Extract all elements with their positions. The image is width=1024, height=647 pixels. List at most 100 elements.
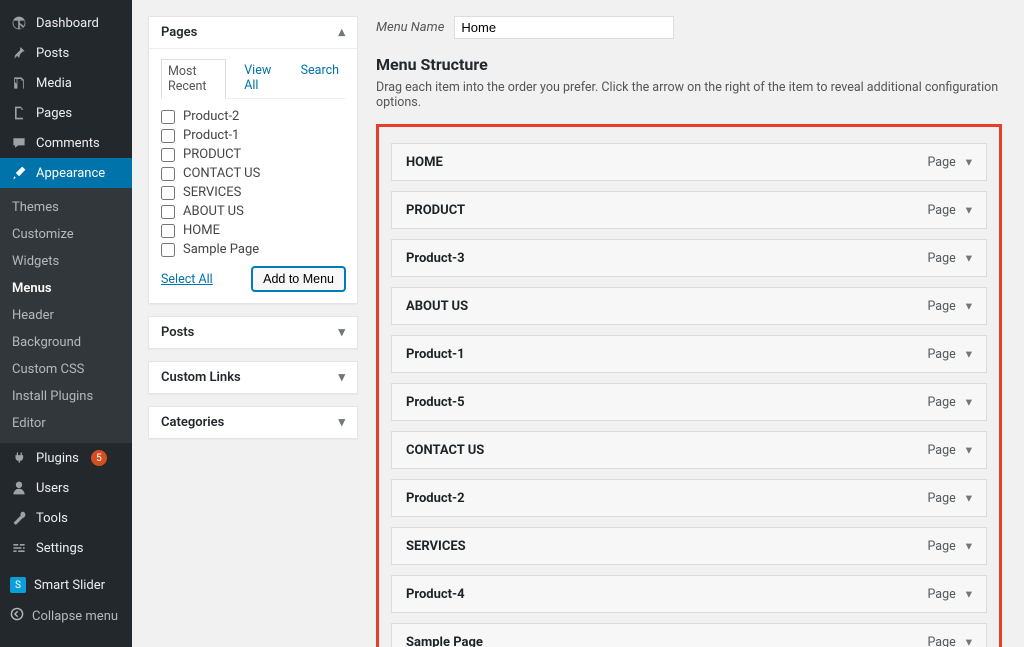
menu-item[interactable]: Product-2Page▾ (391, 479, 987, 517)
page-checklist-row[interactable]: Sample Page (161, 240, 345, 259)
add-to-menu-button[interactable]: Add to Menu (252, 267, 345, 291)
menu-item-meta: Page▾ (927, 586, 972, 602)
page-checklist-row[interactable]: Product-1 (161, 126, 345, 145)
admin-sidebar: Dashboard Posts Media Pages Comments App… (0, 0, 132, 647)
submenu-item-customcss[interactable]: Custom CSS (0, 356, 132, 383)
menu-item-expand-icon[interactable]: ▾ (966, 442, 972, 458)
submenu-item-menus[interactable]: Menus (0, 275, 132, 302)
page-checklist-label: CONTACT US (183, 166, 260, 181)
sidebar-item-comments[interactable]: Comments (0, 128, 132, 158)
menu-item[interactable]: Product-5Page▾ (391, 383, 987, 421)
menu-item-expand-icon[interactable]: ▾ (966, 202, 972, 218)
menu-item-expand-icon[interactable]: ▾ (966, 250, 972, 266)
menu-item-label: Product-2 (406, 491, 465, 506)
page-checklist-label: ABOUT US (183, 204, 244, 219)
metabox-categories-toggle[interactable]: Categories ▾ (149, 407, 357, 438)
menu-item[interactable]: SERVICES Page ▾ (391, 527, 987, 565)
page-checklist-row[interactable]: HOME (161, 221, 345, 240)
tab-most-recent[interactable]: Most Recent (161, 59, 226, 99)
page-checkbox[interactable] (161, 129, 175, 143)
pin-icon (10, 44, 28, 62)
menu-item[interactable]: ABOUT USPage▾ (391, 287, 987, 325)
menu-structure-help: Drag each item into the order you prefer… (376, 80, 1002, 110)
plugins-update-badge: 5 (91, 450, 107, 466)
select-all-link[interactable]: Select All (161, 272, 213, 287)
menu-item-expand-icon[interactable]: ▾ (966, 346, 972, 362)
menu-item[interactable]: HOMEPage▾ (391, 143, 987, 181)
page-checkbox[interactable] (161, 167, 175, 181)
user-icon (10, 479, 28, 497)
submenu-item-header[interactable]: Header (0, 302, 132, 329)
menu-item-expand-icon[interactable]: ▾ (966, 634, 972, 647)
pages-checklist[interactable]: Product-2 Product-1 PRODUCT CONTACT US SERVI… (161, 107, 345, 259)
sidebar-item-users[interactable]: Users (0, 473, 132, 503)
metabox-pages-toggle[interactable]: Pages ▴ (149, 17, 357, 48)
sidebar-item-smartslider[interactable]: S Smart Slider (0, 571, 132, 599)
menu-item-type: Page (927, 203, 955, 218)
metabox-custom-links-toggle[interactable]: Custom Links ▾ (149, 362, 357, 393)
menu-item-type: Page (927, 539, 955, 554)
menu-item-expand-icon[interactable]: ▾ (966, 538, 972, 554)
sidebar-item-pages[interactable]: Pages (0, 98, 132, 128)
sidebar-label: Smart Slider (34, 578, 105, 593)
page-checklist-row[interactable]: Product-2 (161, 107, 345, 126)
page-checkbox[interactable] (161, 186, 175, 200)
sidebar-item-plugins[interactable]: Plugins 5 (0, 443, 132, 473)
tab-search[interactable]: Search (295, 59, 345, 98)
submenu-item-installplugins[interactable]: Install Plugins (0, 383, 132, 410)
page-checkbox[interactable] (161, 148, 175, 162)
page-checklist-row[interactable]: SERVICES (161, 183, 345, 202)
sidebar-label: Comments (36, 136, 100, 151)
sidebar-item-tools[interactable]: Tools (0, 503, 132, 533)
submenu-item-background[interactable]: Background (0, 329, 132, 356)
sidebar-item-dashboard[interactable]: Dashboard (0, 8, 132, 38)
menu-item-meta: Page▾ (927, 394, 972, 410)
submenu-item-customize[interactable]: Customize (0, 221, 132, 248)
menu-item[interactable]: PRODUCT Page ▾ (391, 191, 987, 229)
media-icon (10, 74, 28, 92)
menu-item[interactable]: Product-1Page▾ (391, 335, 987, 373)
menu-name-label: Menu Name (376, 20, 444, 35)
page-checkbox[interactable] (161, 205, 175, 219)
metabox-title: Pages (161, 25, 197, 40)
chevron-up-icon: ▴ (338, 25, 345, 40)
page-checklist-row[interactable]: ABOUT US (161, 202, 345, 221)
sidebar-item-posts[interactable]: Posts (0, 38, 132, 68)
menu-item-expand-icon[interactable]: ▾ (966, 490, 972, 506)
collapse-menu-button[interactable]: Collapse menu (0, 599, 132, 633)
sidebar-item-settings[interactable]: Settings (0, 533, 132, 563)
menu-item-expand-icon[interactable]: ▾ (966, 298, 972, 314)
submenu-item-widgets[interactable]: Widgets (0, 248, 132, 275)
comment-icon (10, 134, 28, 152)
menu-item-type: Page (927, 347, 955, 362)
menu-item-meta: Page▾ (927, 154, 972, 170)
menu-item-label: SERVICES (406, 539, 466, 554)
menu-name-input[interactable] (454, 16, 674, 39)
page-checkbox[interactable] (161, 224, 175, 238)
sidebar-item-media[interactable]: Media (0, 68, 132, 98)
menu-item[interactable]: Product-4Page▾ (391, 575, 987, 613)
menu-item[interactable]: CONTACT USPage▾ (391, 431, 987, 469)
page-checklist-label: SERVICES (183, 185, 241, 200)
submenu-item-themes[interactable]: Themes (0, 194, 132, 221)
page-checklist-label: Product-2 (183, 109, 239, 124)
menu-item-label: PRODUCT (406, 203, 465, 218)
wrench-icon (10, 509, 28, 527)
menu-item[interactable]: Sample PagePage▾ (391, 623, 987, 647)
menu-item-expand-icon[interactable]: ▾ (966, 394, 972, 410)
sidebar-item-appearance[interactable]: Appearance (0, 158, 132, 188)
submenu-item-editor[interactable]: Editor (0, 410, 132, 437)
metabox-posts-toggle[interactable]: Posts ▾ (149, 317, 357, 348)
collapse-icon (10, 607, 24, 625)
page-checkbox[interactable] (161, 110, 175, 124)
menu-item[interactable]: Product-3Page▾ (391, 239, 987, 277)
page-checklist-label: Product-1 (183, 128, 239, 143)
menu-item-expand-icon[interactable]: ▾ (966, 586, 972, 602)
page-checkbox[interactable] (161, 243, 175, 257)
dashboard-icon (10, 14, 28, 32)
menu-item-expand-icon[interactable]: ▾ (966, 154, 972, 170)
sidebar-label: Pages (36, 106, 72, 121)
tab-view-all[interactable]: View All (238, 59, 282, 98)
page-checklist-row[interactable]: PRODUCT (161, 145, 345, 164)
page-checklist-row[interactable]: CONTACT US (161, 164, 345, 183)
